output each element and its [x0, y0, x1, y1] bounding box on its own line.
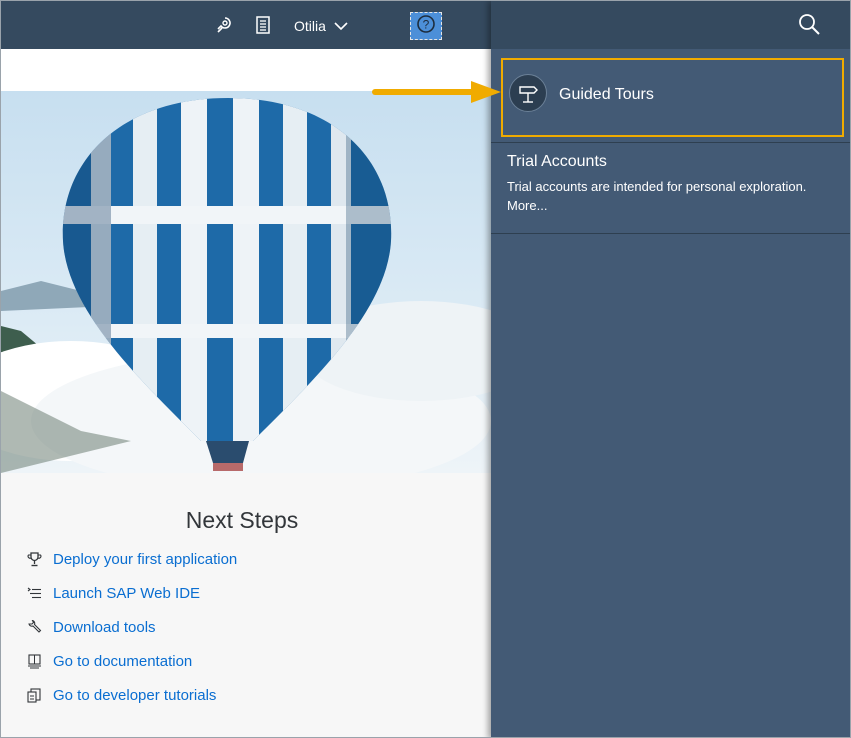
chevron-down-icon [334, 18, 348, 34]
step-label: Go to documentation [53, 653, 193, 670]
search-icon [797, 12, 821, 41]
help-panel: Guided Tours Trial Accounts Trial accoun… [491, 1, 850, 737]
step-developer-tutorials[interactable]: Go to developer tutorials [26, 687, 216, 704]
guided-tours-label: Guided Tours [559, 86, 654, 103]
shell-bar: Otilia ? [1, 1, 491, 49]
svg-text:?: ? [423, 17, 430, 31]
notes-icon[interactable] [251, 13, 275, 37]
next-steps-title: Next Steps [185, 507, 299, 533]
more-link[interactable]: More... [507, 196, 842, 215]
book-icon [26, 653, 43, 670]
hot-air-balloon-image [1, 91, 491, 473]
divider [491, 142, 850, 143]
code-list-icon [26, 585, 43, 602]
signpost-icon [509, 74, 547, 112]
wrench-icon [26, 619, 43, 636]
step-label: Deploy your first application [53, 551, 238, 568]
callout-arrow [372, 81, 501, 103]
tutorial-icon [26, 687, 43, 704]
help-button[interactable]: ? [410, 12, 442, 40]
step-label: Go to developer tutorials [53, 687, 217, 704]
step-launch-web-ide[interactable]: Launch SAP Web IDE [26, 585, 200, 602]
step-download-tools[interactable]: Download tools [26, 619, 156, 636]
user-name: Otilia [294, 18, 326, 34]
step-documentation[interactable]: Go to documentation [26, 653, 192, 670]
trial-accounts-title: Trial Accounts [507, 153, 607, 170]
help-panel-header [491, 1, 850, 49]
step-deploy-app[interactable]: Deploy your first application [26, 551, 237, 568]
user-menu[interactable]: Otilia [294, 15, 348, 37]
next-steps-section: Next Steps Deploy your first application… [1, 473, 491, 737]
app-window: Otilia ? Next Steps Deploy your first ap… [0, 0, 851, 738]
trophy-icon [26, 551, 43, 568]
guided-tours-item[interactable]: Guided Tours [501, 58, 844, 137]
step-label: Launch SAP Web IDE [53, 585, 201, 602]
step-label: Download tools [53, 619, 156, 636]
help-icon: ? [416, 14, 436, 39]
divider [491, 233, 850, 234]
trial-accounts-description: Trial accounts are intended for personal… [507, 179, 807, 194]
trial-accounts-section: Trial Accounts Trial accounts are intend… [507, 153, 842, 215]
notifications-icon[interactable] [212, 13, 236, 37]
search-button[interactable] [796, 13, 822, 39]
